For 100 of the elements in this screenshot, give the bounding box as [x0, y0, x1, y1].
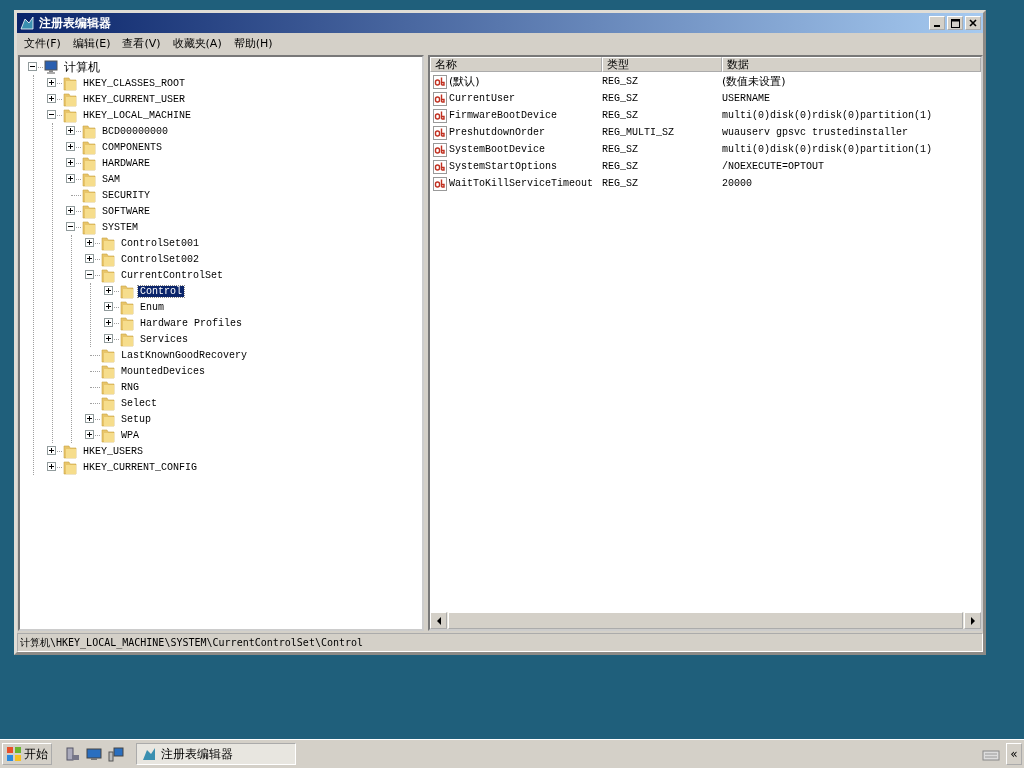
- plus-icon: [48, 95, 55, 102]
- tree-item[interactable]: ControlSet002: [119, 253, 201, 265]
- expand-toggle[interactable]: [66, 142, 75, 151]
- value-data: /NOEXECUTE=OPTOUT: [722, 161, 826, 172]
- tree-item[interactable]: HKEY_USERS: [81, 445, 145, 457]
- folder-icon: [81, 171, 97, 187]
- monitor-icon[interactable]: [86, 746, 102, 762]
- expand-toggle[interactable]: [85, 238, 94, 247]
- string-value-icon: [433, 159, 447, 174]
- tree-item[interactable]: SAM: [100, 173, 122, 185]
- collapse-toggle[interactable]: [85, 270, 94, 279]
- value-name[interactable]: CurrentUser: [449, 93, 515, 104]
- plus-icon: [67, 127, 74, 134]
- folder-icon: [81, 139, 97, 155]
- collapse-toggle[interactable]: [28, 62, 37, 71]
- value-name[interactable]: (默认): [449, 74, 480, 89]
- column-header[interactable]: 数据: [722, 57, 981, 72]
- tree-item[interactable]: MountedDevices: [119, 365, 207, 377]
- collapse-toggle[interactable]: [47, 110, 56, 119]
- menu-item[interactable]: 查看(V): [117, 34, 166, 52]
- collapse-toggle[interactable]: [66, 222, 75, 231]
- windows-logo-icon: [6, 746, 22, 762]
- horizontal-scrollbar[interactable]: [430, 612, 981, 629]
- tree-item[interactable]: Select: [119, 397, 159, 409]
- tree-item[interactable]: CurrentControlSet: [119, 269, 226, 281]
- column-header[interactable]: 名称: [430, 57, 602, 72]
- computer-icon[interactable]: [108, 746, 124, 762]
- expand-toggle[interactable]: [66, 158, 75, 167]
- minus-icon: [67, 223, 74, 230]
- expand-toggle[interactable]: [66, 206, 75, 215]
- tree-item[interactable]: LastKnownGoodRecovery: [119, 349, 250, 361]
- tree-item[interactable]: SYSTEM: [100, 221, 140, 233]
- value-name[interactable]: SystemStartOptions: [449, 161, 558, 172]
- taskbar-button[interactable]: 注册表编辑器: [136, 743, 296, 765]
- tree-item[interactable]: ControlSet001: [119, 237, 201, 249]
- tree-item[interactable]: Hardware Profiles: [138, 317, 245, 329]
- maximize-icon: [950, 18, 960, 28]
- tree-item[interactable]: 计算机: [62, 58, 102, 76]
- tree-item[interactable]: Services: [138, 333, 190, 345]
- tree-item[interactable]: HKEY_CLASSES_ROOT: [81, 77, 188, 89]
- tree-item[interactable]: WPA: [119, 429, 141, 441]
- tree-item[interactable]: Setup: [119, 413, 153, 425]
- value-name[interactable]: SystemBootDevice: [449, 144, 545, 155]
- tree-item[interactable]: SOFTWARE: [100, 205, 152, 217]
- value-name[interactable]: FirmwareBootDevice: [449, 110, 558, 121]
- minus-icon: [48, 111, 55, 118]
- value-type: REG_SZ: [602, 178, 639, 189]
- column-header[interactable]: 类型: [602, 57, 722, 72]
- tree-item[interactable]: Control: [138, 285, 184, 297]
- plus-icon: [105, 319, 112, 326]
- tree-item[interactable]: HKEY_CURRENT_USER: [81, 93, 188, 105]
- value-type: REG_SZ: [602, 76, 639, 87]
- folder-icon: [119, 331, 135, 347]
- folder-icon: [119, 315, 135, 331]
- plus-icon: [105, 335, 112, 342]
- server-icon[interactable]: [64, 746, 80, 762]
- expand-toggle[interactable]: [104, 286, 113, 295]
- tree-item[interactable]: Enum: [138, 301, 166, 313]
- value-type: REG_SZ: [602, 110, 639, 121]
- right-arrow-icon: [969, 616, 976, 625]
- expand-toggle[interactable]: [66, 174, 75, 183]
- folder-icon: [100, 267, 116, 283]
- menu-item[interactable]: 文件(F): [19, 34, 66, 52]
- tree-item[interactable]: RNG: [119, 381, 141, 393]
- start-button[interactable]: 开始: [2, 743, 52, 765]
- minimize-button[interactable]: [929, 16, 945, 30]
- expand-toggle[interactable]: [85, 414, 94, 423]
- expand-toggle[interactable]: [104, 334, 113, 343]
- expand-toggle[interactable]: [47, 78, 56, 87]
- maximize-button[interactable]: [947, 16, 963, 30]
- tree-item[interactable]: HARDWARE: [100, 157, 152, 169]
- folder-icon: [100, 235, 116, 251]
- folder-icon: [62, 443, 78, 459]
- expand-toggle[interactable]: [104, 302, 113, 311]
- menu-item[interactable]: 帮助(H): [228, 34, 278, 52]
- value-data: USERNAME: [722, 93, 771, 104]
- value-data: 20000: [722, 178, 753, 189]
- tree-item[interactable]: BCD00000000: [100, 125, 170, 137]
- minus-icon: [29, 63, 36, 70]
- show-hidden-icons-button[interactable]: «: [1006, 743, 1022, 765]
- folder-icon: [62, 459, 78, 475]
- tree-item[interactable]: HKEY_LOCAL_MACHINE: [81, 109, 194, 121]
- expand-toggle[interactable]: [85, 430, 94, 439]
- value-name[interactable]: PreshutdownOrder: [449, 127, 545, 138]
- menu-item[interactable]: 收藏夹(A): [167, 34, 227, 52]
- expand-toggle[interactable]: [47, 446, 56, 455]
- expand-toggle[interactable]: [85, 254, 94, 263]
- expand-toggle[interactable]: [104, 318, 113, 327]
- tree-item[interactable]: SECURITY: [100, 189, 152, 201]
- menu-item[interactable]: 编辑(E): [67, 34, 116, 52]
- tree-item[interactable]: HKEY_CURRENT_CONFIG: [81, 461, 200, 473]
- close-button[interactable]: [965, 16, 981, 30]
- expand-toggle[interactable]: [47, 462, 56, 471]
- tree-item[interactable]: COMPONENTS: [100, 141, 164, 153]
- string-value-icon: [433, 91, 447, 106]
- value-type: REG_MULTI_SZ: [602, 127, 675, 138]
- expand-toggle[interactable]: [47, 94, 56, 103]
- expand-toggle[interactable]: [66, 126, 75, 135]
- folder-icon: [100, 363, 116, 379]
- value-name[interactable]: WaitToKillServiceTimeout: [449, 178, 594, 189]
